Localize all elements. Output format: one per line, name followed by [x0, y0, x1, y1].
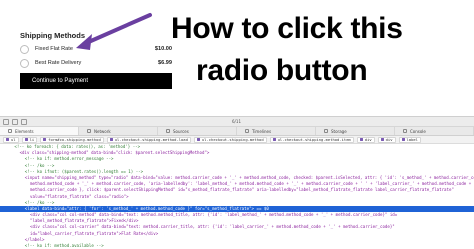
flat-rate-price: $10.00: [154, 46, 172, 52]
dom-node-text: <div class="col col-carrier" data-bind="…: [30, 224, 395, 230]
network-icon: [87, 129, 91, 133]
shipping-method-row-flat-rate[interactable]: Fixed Flat Rate $10.00: [20, 44, 172, 54]
breadcrumb-label: ul: [11, 137, 16, 142]
inspect-icon[interactable]: [3, 118, 9, 125]
breadcrumb-item[interactable]: div: [377, 136, 396, 143]
tab-sources[interactable]: Sources: [158, 127, 237, 135]
sources-icon: [166, 129, 170, 133]
storage-icon: [324, 129, 328, 133]
breadcrumb-label: form#co-shipping-method: [48, 137, 101, 142]
breadcrumb-item[interactable]: div: [356, 136, 375, 143]
tab-label: Elements: [15, 128, 34, 134]
close-icon[interactable]: [21, 118, 27, 125]
shipping-methods-title: Shipping Methods: [20, 31, 85, 40]
dom-node-text: "label_method_flatrate_flatrate">Fixed</…: [30, 218, 139, 224]
dom-node-text: <!-- /ko -->: [24, 199, 55, 205]
checkout-page: Shipping Methods Fixed Flat Rate $10.00 …: [0, 0, 474, 116]
breadcrumb-item[interactable]: ul.checkout-shipping-method-load: [106, 136, 191, 143]
breadcrumb-item[interactable]: form#co-shipping-method: [40, 136, 104, 143]
tab-console[interactable]: Console: [395, 127, 474, 135]
breadcrumb: ul li form#co-shipping-method ul.checkout-s…: [0, 136, 474, 144]
dom-node-text: <!-- ko if: method.available -->: [24, 243, 104, 248]
console-icon: [403, 129, 407, 133]
tab-elements[interactable]: Elements: [0, 127, 79, 135]
element-icon: [359, 138, 363, 141]
tab-timelines[interactable]: Timelines: [237, 127, 316, 135]
breadcrumb-label: ul.checkout-shipping-method-item: [277, 137, 351, 142]
dom-node-text: </label>: [24, 236, 45, 242]
breadcrumb-label: label: [406, 137, 418, 142]
dom-node-text: id="label_carrier_flatrate_flatrate">Fla…: [30, 230, 159, 236]
dom-tree: <!-- ko foreach: { data: rates(), as: 'm…: [0, 144, 474, 249]
breadcrumb-label: ul.checkout-shipping-method: [201, 137, 264, 142]
best-rate-radio[interactable]: [20, 58, 29, 68]
tab-network[interactable]: Network: [79, 127, 158, 135]
breadcrumb-label: ul.checkout-shipping-method-load: [114, 137, 188, 142]
headline-line-1: How to click this: [171, 12, 403, 45]
element-icon: [109, 138, 113, 141]
breadcrumb-label: div: [364, 137, 372, 142]
tab-label: Console: [410, 128, 426, 134]
breadcrumb-item[interactable]: ul.checkout-shipping-method: [193, 136, 267, 143]
devtools-toolbar: 6/11: [0, 117, 474, 127]
element-icon: [380, 138, 384, 141]
dom-node-text: <label data-bind="attr: { 'for': 's_meth…: [24, 205, 269, 211]
dom-node-text: method.carrier_code }, click: $parent.se…: [30, 187, 454, 193]
breadcrumb-item[interactable]: ul.checkout-shipping-method-item: [269, 136, 354, 143]
element-icon: [272, 138, 276, 141]
devtools-panel: 6/11 Elements Network Sources Timelines …: [0, 116, 474, 249]
dom-node-text: <!-- /ko -->: [24, 162, 55, 168]
dom-node-line[interactable]: <!-- ko if: method.available -->: [0, 243, 474, 249]
flat-rate-label[interactable]: Fixed Flat Rate: [35, 46, 155, 52]
breadcrumb-item[interactable]: ul: [3, 136, 19, 143]
tab-label: Storage: [331, 128, 347, 134]
element-icon: [196, 138, 200, 141]
dom-node-text: <input name="shipping_method" type="radi…: [24, 174, 474, 180]
shipping-method-row-best-rate[interactable]: Best Rate Delivery $6.99: [20, 58, 172, 68]
device-icon[interactable]: [12, 118, 18, 125]
devtools-tabs: Elements Network Sources Timelines Stora…: [0, 127, 474, 136]
element-icon: [401, 138, 405, 141]
dom-node-text: method.method_code + '_' + method.carrie…: [30, 181, 474, 187]
element-icon: [43, 138, 47, 141]
devtools-counter: 6/11: [232, 119, 241, 124]
breadcrumb-item[interactable]: li: [21, 136, 38, 143]
tab-label: Sources: [173, 128, 189, 134]
tab-label: Timelines: [252, 128, 272, 134]
dom-node-text: <div class="shipping-method" data-bind="…: [19, 150, 210, 156]
dom-node-text: <div class="col col-method" data-bind="t…: [30, 212, 398, 218]
element-icon: [6, 138, 9, 141]
dom-node-text: value="flatrate_flatrate" class="radio">: [30, 193, 129, 199]
tab-label: Network: [94, 128, 111, 134]
dom-node-text: <!-- ko if: method.error_message -->: [24, 156, 114, 162]
breadcrumb-label: div: [385, 137, 393, 142]
tab-storage[interactable]: Storage: [316, 127, 395, 135]
flat-rate-radio[interactable]: [20, 44, 29, 54]
continue-to-payment-button[interactable]: Continue to Payment: [20, 73, 172, 89]
breadcrumb-label: li: [29, 137, 35, 142]
dom-node-text: <!-- ko ifnot: ($parent.rates().length =…: [24, 168, 144, 174]
best-rate-price: $6.99: [158, 60, 172, 66]
elements-icon: [8, 129, 12, 133]
dom-node-text: <!-- ko foreach: { data: rates(), as: 'm…: [14, 144, 141, 149]
headline-line-2: radio button: [196, 54, 368, 87]
timelines-icon: [245, 129, 249, 133]
element-icon: [24, 138, 28, 141]
best-rate-label[interactable]: Best Rate Delivery: [35, 60, 158, 66]
breadcrumb-item[interactable]: label: [398, 136, 421, 143]
